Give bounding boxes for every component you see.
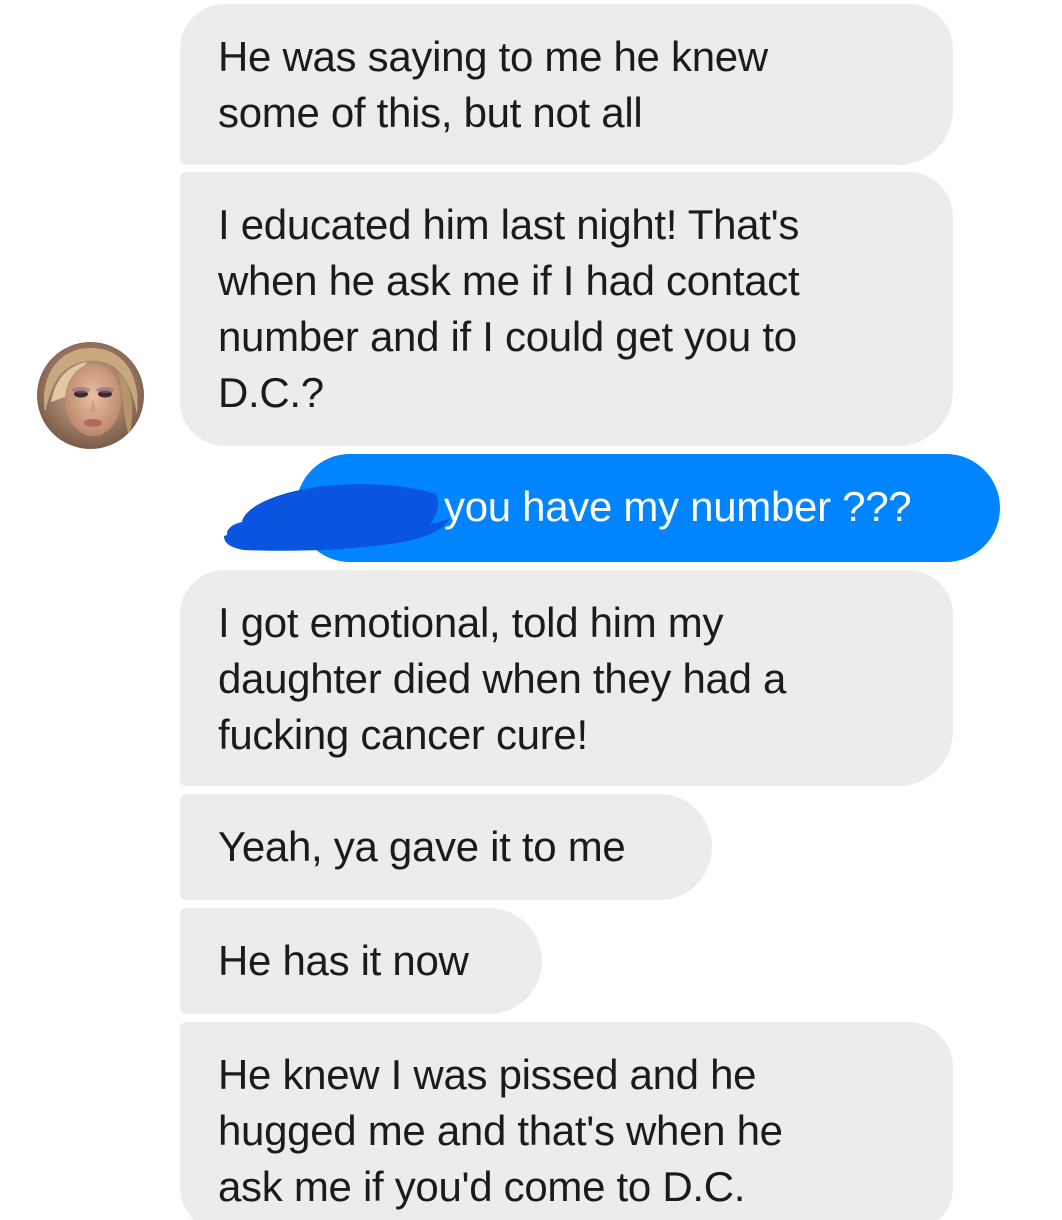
incoming-message[interactable]: He was saying to me he knew some of this… <box>180 4 953 165</box>
incoming-message[interactable]: He knew I was pissed and he hugged me an… <box>180 1022 953 1220</box>
contact-avatar[interactable] <box>37 342 144 449</box>
contact-avatar-photo-icon <box>37 342 144 449</box>
message-thread: He was saying to me he knew some of this… <box>0 0 1062 1220</box>
incoming-message[interactable]: I educated him last night! That's when h… <box>180 172 953 446</box>
incoming-message[interactable]: He has it now <box>180 908 542 1014</box>
incoming-message[interactable]: I got emotional, told him my daughter di… <box>180 570 953 786</box>
redaction-scribble <box>224 484 450 551</box>
incoming-message[interactable]: Yeah, ya gave it to me <box>180 794 712 900</box>
